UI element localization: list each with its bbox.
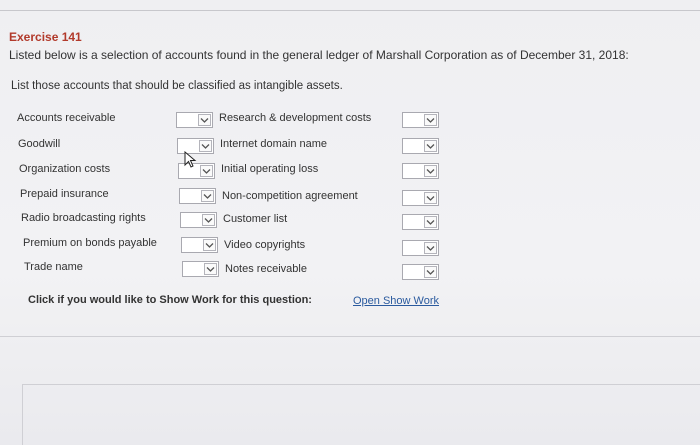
account-label-premium-on-bonds-payable: Premium on bonds payable [23,237,157,249]
chevron-down-icon [200,165,213,177]
exercise-page: Exercise 141 Listed below is a selection… [0,0,700,445]
chevron-down-icon [424,192,437,204]
section-divider [0,336,700,337]
dropdown-customer-list[interactable] [402,214,439,230]
dropdown-prepaid-insurance[interactable] [179,188,216,204]
chevron-down-icon [424,242,437,254]
account-label-non-competition-agreement: Non-competition agreement [222,190,358,202]
open-show-work-link[interactable]: Open Show Work [353,295,439,307]
dropdown-video-copyrights[interactable] [402,240,439,256]
dropdown-non-competition-agreement[interactable] [402,190,439,206]
account-label-internet-domain-name: Internet domain name [220,138,328,150]
chevron-down-icon [204,263,217,275]
exercise-title: Exercise 141 [9,30,82,44]
chevron-down-icon [424,114,437,126]
account-label-initial-operating-loss: Initial operating loss [221,163,319,175]
account-label-research-development-costs: Research & development costs [219,112,372,124]
account-label-video-copyrights: Video copyrights [224,239,306,251]
account-label-notes-receivable: Notes receivable [225,263,307,275]
chevron-down-icon [199,140,212,152]
panel-top-border [22,384,700,385]
dropdown-initial-operating-loss[interactable] [402,163,439,179]
dropdown-research-development-costs[interactable] [402,112,439,128]
dropdown-radio-broadcasting-rights[interactable] [180,212,217,228]
dropdown-premium-on-bonds-payable[interactable] [181,237,218,253]
chevron-down-icon [202,214,215,226]
account-label-prepaid-insurance: Prepaid insurance [20,188,109,200]
exercise-intro: Listed below is a selection of accounts … [9,48,629,62]
account-label-customer-list: Customer list [223,213,288,225]
chevron-down-icon [198,114,211,126]
account-label-goodwill: Goodwill [18,138,61,150]
chevron-down-icon [424,216,437,228]
chevron-down-icon [424,140,437,152]
chevron-down-icon [424,165,437,177]
dropdown-notes-receivable[interactable] [402,264,439,280]
top-divider [0,10,700,11]
account-label-radio-broadcasting-rights: Radio broadcasting rights [21,212,146,224]
dropdown-trade-name[interactable] [182,261,219,277]
dropdown-accounts-receivable[interactable] [176,112,213,128]
account-label-accounts-receivable: Accounts receivable [17,112,116,124]
mouse-pointer-icon [184,151,197,168]
panel-left-border [22,384,23,445]
dropdown-internet-domain-name[interactable] [402,138,439,154]
chevron-down-icon [424,266,437,278]
account-label-organization-costs: Organization costs [19,163,111,175]
chevron-down-icon [201,190,214,202]
question-text: List those accounts that should be class… [11,80,343,92]
chevron-down-icon [203,239,216,251]
account-label-trade-name: Trade name [24,261,83,273]
show-work-prompt: Click if you would like to Show Work for… [28,294,312,306]
